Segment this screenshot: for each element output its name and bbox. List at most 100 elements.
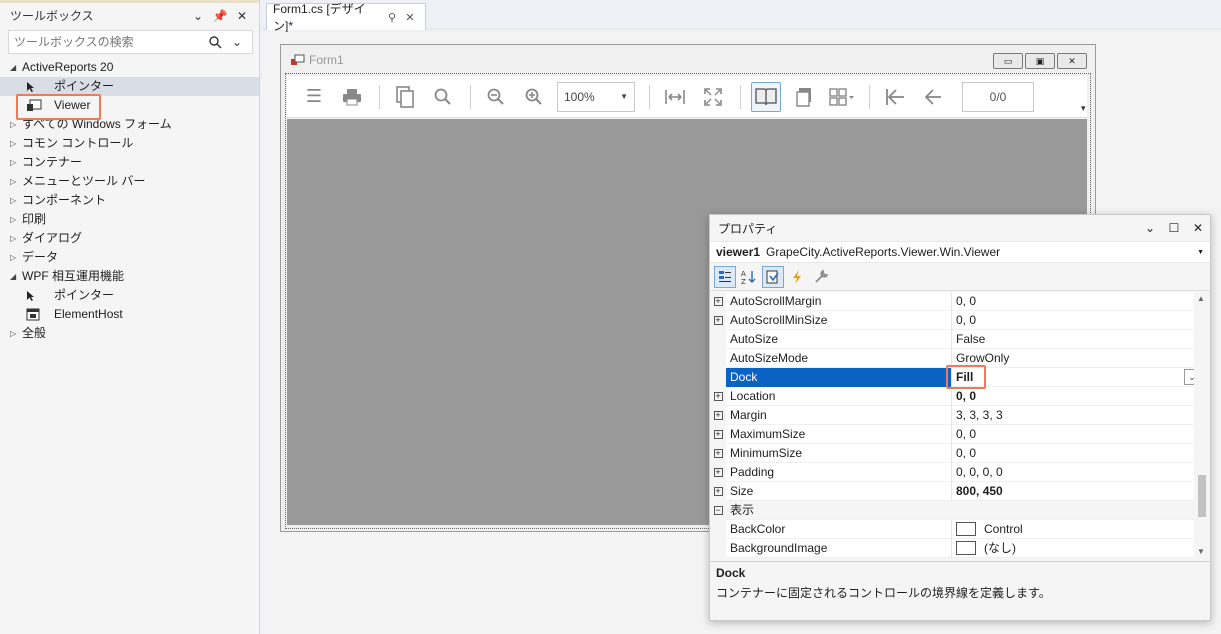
alphabetical-icon[interactable]: AZ [738,266,760,288]
property-value[interactable]: 0, 0 [952,425,1210,444]
collapsed-arrow-icon[interactable]: ▷ [10,153,22,172]
expand-icon[interactable]: + [710,443,726,463]
property-value[interactable]: Control [952,520,1210,539]
expand-icon[interactable]: + [710,424,726,444]
expand-icon[interactable]: + [710,310,726,330]
zoom-out-icon[interactable] [481,82,511,112]
object-selector[interactable]: viewer1 GrapeCity.ActiveReports.Viewer.W… [710,241,1210,263]
toolbox-search[interactable]: ⌄ [8,30,253,54]
property-value[interactable]: 0, 0 [952,387,1210,406]
property-value[interactable]: 0, 0 [952,311,1210,330]
collapsed-arrow-icon[interactable]: ▷ [10,229,22,248]
maximize-button[interactable]: ▣ [1025,53,1055,69]
continuous-page-icon[interactable] [789,82,819,112]
expand-icon[interactable]: + [710,292,726,311]
chevron-down-icon[interactable]: ⌄ [1138,221,1162,235]
tree-group-general[interactable]: ▷ 全般 [0,324,259,343]
chevron-down-icon[interactable]: ⌄ [226,32,248,52]
collapsed-arrow-icon[interactable]: ▷ [10,324,22,343]
expanded-arrow-icon[interactable]: ◢ [10,267,22,286]
collapsed-arrow-icon[interactable]: ▷ [10,248,22,267]
close-icon[interactable]: ✕ [231,6,253,26]
property-value[interactable]: 800, 450 [952,482,1210,501]
tree-item-pointer-wpf[interactable]: ポインター [0,286,259,305]
scrollbar-thumb[interactable] [1198,475,1206,517]
property-row[interactable]: + MaximumSize 0, 0 [710,424,1210,444]
collapse-icon[interactable]: − [710,500,726,520]
property-value[interactable]: 3, 3, 3, 3 [952,406,1210,425]
expand-icon[interactable]: + [710,481,726,501]
tab-form1-design[interactable]: Form1.cs [デザイン]* ⚲ ✕ [266,2,426,33]
previous-page-icon[interactable] [918,82,948,112]
collapsed-arrow-icon[interactable]: ▷ [10,210,22,229]
tree-group-data[interactable]: ▷ データ [0,248,259,267]
property-value[interactable]: (なし) [952,539,1210,558]
property-row[interactable]: + Size 800, 450 [710,481,1210,501]
multi-page-icon[interactable] [827,82,857,112]
fit-width-icon[interactable] [660,82,690,112]
property-row[interactable]: BackColor Control [710,519,1210,539]
maximize-icon[interactable]: ☐ [1162,221,1186,235]
tree-group-common-controls[interactable]: ▷ コモン コントロール [0,134,259,153]
properties-icon[interactable] [762,265,784,288]
close-icon[interactable]: ✕ [401,11,419,24]
property-row[interactable]: + AutoScrollMargin 0, 0 [710,292,1210,311]
property-row[interactable]: + AutoScrollMinSize 0, 0 [710,310,1210,330]
first-page-icon[interactable] [880,82,910,112]
tree-item-elementhost[interactable]: ElementHost [0,305,259,324]
page-number-input[interactable]: 0/0 [962,81,1034,112]
property-row[interactable]: BackgroundImage (なし) [710,538,1210,558]
property-category[interactable]: − 表示 [710,500,1210,520]
menu-icon[interactable]: ☰ [299,82,329,112]
close-icon[interactable]: ✕ [1186,221,1210,235]
expand-icon[interactable]: + [710,405,726,425]
property-row[interactable]: + MinimumSize 0, 0 [710,443,1210,463]
events-icon[interactable] [786,266,808,288]
copy-icon[interactable] [390,82,420,112]
property-value[interactable]: False [952,330,1210,349]
tree-group-wpf-interop[interactable]: ◢ WPF 相互運用機能 [0,267,259,286]
tree-group-dialogs[interactable]: ▷ ダイアログ [0,229,259,248]
property-row[interactable]: AutoSize False [710,329,1210,349]
tree-group-activereports[interactable]: ◢ ActiveReports 20 [0,58,259,77]
property-value[interactable]: 0, 0 [952,292,1210,311]
property-value[interactable]: GrowOnly [952,349,1210,368]
pin-icon[interactable]: 📌 [209,6,231,26]
expand-icon[interactable]: + [710,462,726,482]
search-input[interactable] [14,35,204,49]
tree-group-components[interactable]: ▷ コンポーネント [0,191,259,210]
zoom-in-icon[interactable] [519,82,549,112]
pin-icon[interactable]: ⚲ [383,11,401,24]
fit-page-icon[interactable] [698,82,728,112]
expand-icon[interactable]: + [710,386,726,406]
collapsed-arrow-icon[interactable]: ▷ [10,134,22,153]
tree-group-menus-toolbars[interactable]: ▷ メニューとツール バー [0,172,259,191]
expanded-arrow-icon[interactable]: ◢ [10,58,22,77]
close-button[interactable]: ✕ [1057,53,1087,69]
collapsed-arrow-icon[interactable]: ▷ [10,172,22,191]
property-grid-scrollbar[interactable]: ▲ ▼ [1194,292,1210,558]
minimize-button[interactable]: ▭ [993,53,1023,69]
toolbar-overflow-icon[interactable]: ▾ [1081,103,1091,115]
property-row[interactable]: + Padding 0, 0, 0, 0 [710,462,1210,482]
collapsed-arrow-icon[interactable]: ▷ [10,191,22,210]
dropdown-arrow-icon[interactable]: ▼ [1197,249,1204,256]
property-row[interactable]: + Location 0, 0 [710,386,1210,406]
property-value[interactable]: 0, 0 [952,444,1210,463]
dropdown-icon[interactable]: ⌄ [187,6,209,26]
tree-group-containers[interactable]: ▷ コンテナー [0,153,259,172]
scroll-down-icon[interactable]: ▼ [1197,547,1205,556]
single-page-icon[interactable] [751,81,781,112]
property-row[interactable]: AutoSizeMode GrowOnly [710,348,1210,368]
property-pages-icon[interactable] [810,266,832,288]
property-value[interactable]: Fill ⌄ [952,368,1210,387]
property-row[interactable]: + Margin 3, 3, 3, 3 [710,405,1210,425]
property-value[interactable]: 0, 0, 0, 0 [952,463,1210,482]
property-row-dock[interactable]: Dock Fill ⌄ [710,367,1210,387]
categorized-icon[interactable] [714,265,736,288]
zoom-select[interactable]: 100% ▼ [557,81,635,112]
tree-group-printing[interactable]: ▷ 印刷 [0,210,259,229]
scroll-up-icon[interactable]: ▲ [1197,294,1205,303]
search-icon[interactable] [204,32,226,52]
search-icon[interactable] [428,82,458,112]
